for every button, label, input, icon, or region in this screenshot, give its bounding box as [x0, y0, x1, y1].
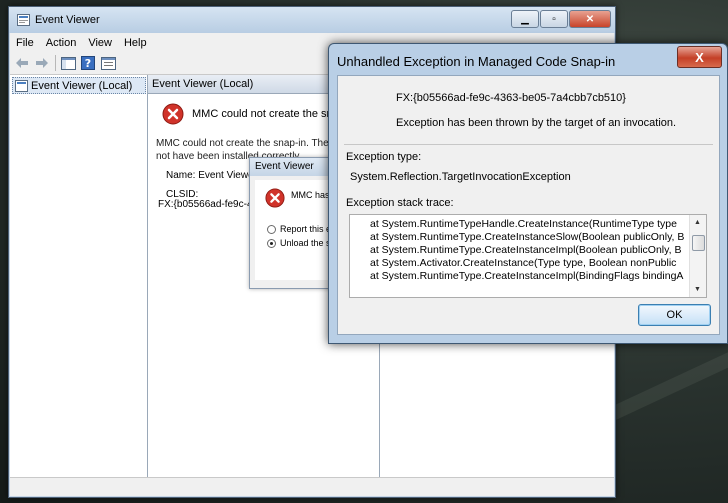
scroll-down-icon[interactable]: ▼ [694, 286, 701, 293]
exception-type-label: Exception type: [346, 151, 422, 163]
forward-arrow-icon[interactable] [34, 55, 50, 71]
stack-trace-line: at System.RuntimeType.CreateInstanceImpl… [370, 244, 682, 256]
window-title: Event Viewer [35, 14, 100, 26]
caption-buttons: ▁ ▫ ✕ [510, 10, 611, 28]
dialog-header-area: FX:{b05566ad-fe9c-4363-be05-7a4cbb7cb510… [338, 76, 719, 142]
dialog-close-button[interactable]: X [677, 46, 722, 68]
stack-trace-line: at System.RuntimeType.CreateInstanceImpl… [370, 270, 684, 282]
menu-help[interactable]: Help [118, 37, 153, 49]
minimize-icon: ▁ [521, 13, 529, 25]
maximize-icon: ▫ [552, 13, 556, 25]
tree-item-event-viewer-local[interactable]: Event Viewer (Local) [12, 77, 146, 94]
dialog-title[interactable]: Unhandled Exception in Managed Code Snap… [337, 54, 615, 69]
menu-view[interactable]: View [82, 37, 118, 49]
divider [344, 144, 713, 145]
status-bar [10, 477, 614, 496]
scroll-up-icon[interactable]: ▲ [694, 219, 701, 226]
error-icon [265, 188, 285, 208]
maximize-button[interactable]: ▫ [540, 10, 568, 28]
background-streak [603, 351, 728, 423]
help-icon[interactable]: ? [80, 55, 96, 71]
stack-trace-line: at System.RuntimeTypeHandle.CreateInstan… [370, 218, 677, 230]
stack-trace-label: Exception stack trace: [346, 197, 454, 209]
minimize-button[interactable]: ▁ [511, 10, 539, 28]
ok-button[interactable]: OK [638, 304, 711, 326]
stack-trace-line: at System.RuntimeType.CreateInstanceSlow… [370, 231, 685, 243]
radio-button[interactable] [267, 224, 276, 234]
error-icon [162, 103, 184, 125]
dialog-body: FX:{b05566ad-fe9c-4363-be05-7a4cbb7cb510… [337, 75, 720, 335]
stack-trace-line: at System.Activator.CreateInstance(Type … [370, 257, 677, 269]
snapin-fx-id: FX:{b05566ad-fe9c-4363-be05-7a4cbb7cb510… [396, 92, 626, 104]
toolbar-separator [55, 55, 56, 71]
menu-action[interactable]: Action [40, 37, 83, 49]
console-tree-icon[interactable] [60, 55, 76, 71]
scrollbar-thumb[interactable] [692, 235, 705, 251]
back-arrow-icon[interactable] [14, 55, 30, 71]
close-icon: ✕ [585, 13, 595, 25]
exception-type-value: System.Reflection.TargetInvocationExcept… [350, 171, 571, 183]
console-tree: Event Viewer (Local) [10, 75, 148, 477]
exception-dialog: Unhandled Exception in Managed Code Snap… [328, 43, 728, 344]
close-icon: X [695, 49, 704, 65]
event-viewer-app-icon [17, 14, 30, 26]
snapin-name: Name: Event Viewer [166, 170, 257, 181]
window-title-bar[interactable]: Event Viewer ▁ ▫ ✕ [9, 7, 615, 33]
dialog-message: MMC has [291, 190, 330, 200]
close-button[interactable]: ✕ [569, 10, 611, 28]
tree-item-label: Event Viewer (Local) [31, 79, 133, 92]
dialog-error: MMC has [265, 188, 330, 208]
radio-button-checked[interactable] [267, 238, 276, 248]
menu-file[interactable]: File [10, 37, 40, 49]
properties-icon[interactable] [100, 55, 116, 71]
vertical-scrollbar[interactable]: ▲ ▼ [689, 215, 706, 297]
event-viewer-node-icon [15, 79, 28, 92]
svg-text:?: ? [85, 57, 91, 70]
stack-trace-box[interactable]: at System.RuntimeTypeHandle.CreateInstan… [349, 214, 707, 298]
exception-message: Exception has been thrown by the target … [396, 117, 677, 129]
